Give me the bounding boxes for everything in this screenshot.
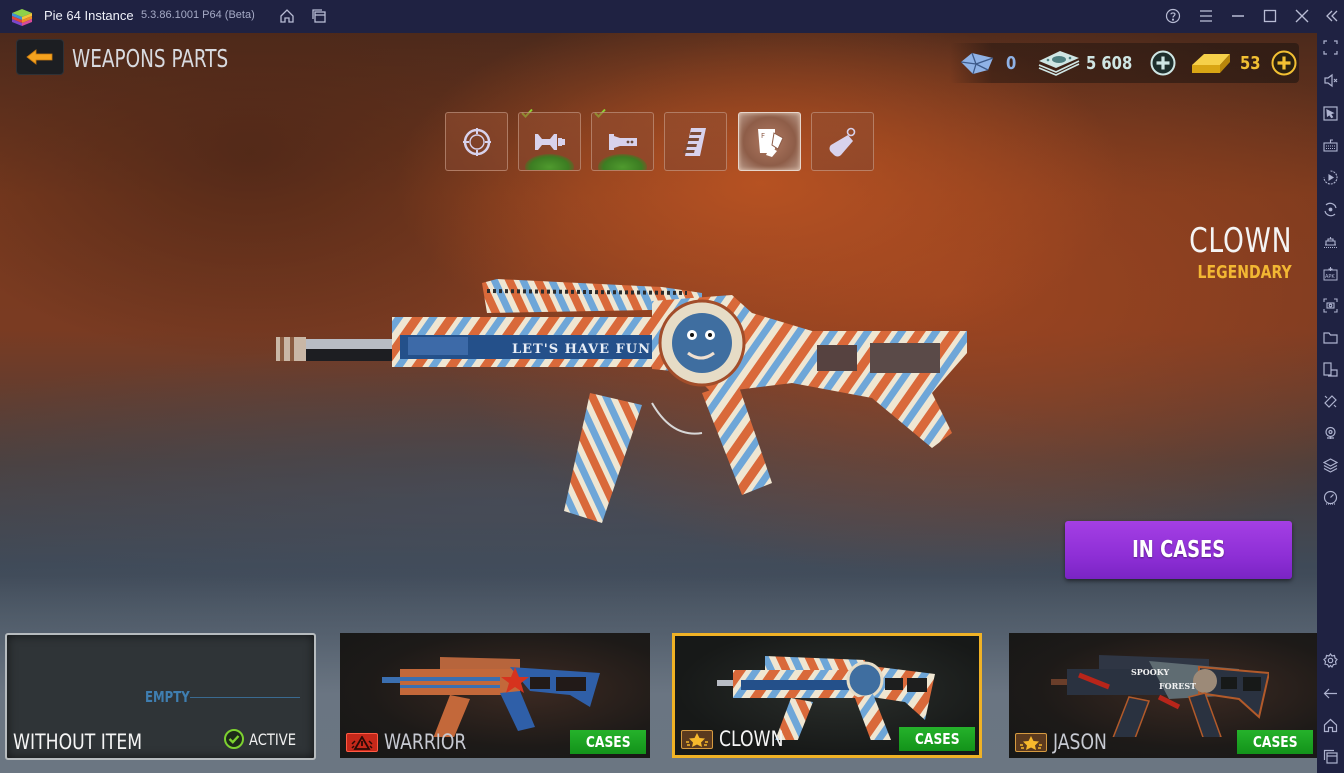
layers-icon[interactable] xyxy=(1321,456,1340,475)
game-viewport: WEAPONS PARTS 0 5 608 53 F CLOWN LEGENDA… xyxy=(0,33,1317,773)
screenshot-icon[interactable] xyxy=(1321,296,1340,315)
install-apk-icon[interactable]: APK xyxy=(1321,264,1340,283)
macro-play-icon[interactable] xyxy=(1321,168,1340,187)
multi-instance-icon[interactable] xyxy=(309,6,329,26)
back-arrow-icon xyxy=(26,49,53,65)
close-icon[interactable] xyxy=(1292,6,1312,26)
svg-text:APK: APK xyxy=(1325,274,1335,280)
active-status: ACTIVE xyxy=(223,728,306,750)
tab-flashlight[interactable] xyxy=(591,112,654,171)
emulator-titlebar: Pie 64 Instance 5.3.86.1001 P64 (Beta) xyxy=(0,0,1344,33)
fullscreen-icon[interactable] xyxy=(1321,38,1340,57)
tab-sticker[interactable] xyxy=(811,112,874,171)
gold-balance: 53 xyxy=(1190,43,1297,83)
active-label: ACTIVE xyxy=(248,729,296,749)
app-version: 5.3.86.1001 P64 (Beta) xyxy=(141,9,255,21)
location-icon[interactable] xyxy=(1321,424,1340,443)
skin-card-name: WARRIOR xyxy=(384,730,467,754)
page-title: WEAPONS PARTS xyxy=(72,44,229,73)
skin-card-name: WITHOUT ITEM xyxy=(13,730,143,754)
svg-text:F: F xyxy=(761,132,765,140)
back-icon[interactable] xyxy=(1321,684,1340,703)
maximize-icon[interactable] xyxy=(1260,6,1280,26)
skin-card-name: CLOWN xyxy=(719,727,784,751)
back-button[interactable] xyxy=(16,39,64,75)
warrior-weapon-thumbnail xyxy=(382,657,600,737)
skin-card-without-item[interactable]: EMPTY WITHOUT ITEM ACTIVE xyxy=(5,633,316,760)
cash-balance: 5 608 xyxy=(1036,43,1176,83)
skin-rarity: LEGENDARY xyxy=(1197,262,1292,283)
rotate-icon[interactable] xyxy=(1321,200,1340,219)
cases-label: CASES xyxy=(1252,733,1298,751)
eco-mode-icon[interactable] xyxy=(1321,392,1340,411)
tickets-balance: 0 xyxy=(958,43,1019,83)
home-icon[interactable] xyxy=(277,6,297,26)
cases-label: CASES xyxy=(914,730,960,748)
in-cases-button[interactable]: IN CASES xyxy=(1065,521,1292,579)
home-icon[interactable] xyxy=(1321,716,1340,735)
weapon-engraving: SPOOKY xyxy=(1131,667,1169,677)
paint-skin-icon: F xyxy=(757,128,784,157)
tab-muzzle[interactable] xyxy=(518,112,581,171)
skin-card-warrior[interactable]: WARRIOR CASES xyxy=(340,633,650,758)
cash-icon xyxy=(1038,51,1080,76)
pointer-icon[interactable] xyxy=(1321,104,1340,123)
rarity-badge-legendary xyxy=(1015,733,1047,752)
rarity-badge-legendary xyxy=(681,730,713,749)
skin-card-jason[interactable]: SPOOKY FOREST JASON CASES xyxy=(1009,633,1317,758)
settings-icon[interactable] xyxy=(1321,651,1340,670)
volume-mute-icon[interactable] xyxy=(1321,71,1340,90)
add-gold-button[interactable] xyxy=(1271,50,1297,76)
tickets-value: 0 xyxy=(1006,52,1017,74)
help-icon[interactable] xyxy=(1163,6,1183,26)
folder-icon[interactable] xyxy=(1321,328,1340,347)
recent-apps-icon[interactable] xyxy=(1321,747,1340,766)
add-cash-button[interactable] xyxy=(1150,50,1176,76)
in-cases-label: IN CASES xyxy=(1131,537,1226,563)
legendary-star-icon xyxy=(686,732,708,747)
cases-button[interactable]: CASES xyxy=(1237,730,1313,754)
skin-name: CLOWN xyxy=(1188,221,1292,261)
collapse-sidebar-icon[interactable] xyxy=(1322,6,1342,26)
cash-value: 5 608 xyxy=(1086,52,1133,74)
multi-window-icon[interactable] xyxy=(1321,360,1340,379)
skin-card-clown[interactable]: CLOWN CASES xyxy=(672,633,982,758)
weapon-engraving: FOREST xyxy=(1159,681,1196,691)
tab-skin[interactable]: F xyxy=(738,112,801,171)
cases-label: CASES xyxy=(585,733,631,751)
tag-icon xyxy=(829,127,855,156)
empty-slot-label: EMPTY xyxy=(145,688,190,706)
emulator-sidebar: APK xyxy=(1317,33,1344,773)
check-circle-icon xyxy=(223,729,244,749)
jason-weapon-thumbnail: SPOOKY FOREST xyxy=(1051,655,1269,737)
muzzle-icon xyxy=(534,133,565,150)
build-icon[interactable] xyxy=(1321,232,1340,251)
weapon-engraving: LET'S HAVE FUN xyxy=(512,342,651,357)
menu-icon[interactable] xyxy=(1196,6,1216,26)
app-logo-icon xyxy=(12,9,32,26)
minimize-icon[interactable] xyxy=(1228,6,1248,26)
rarity-badge-epic xyxy=(346,733,378,752)
empty-slot-line xyxy=(190,697,300,698)
scope-icon xyxy=(462,127,491,156)
flashlight-icon xyxy=(608,133,637,150)
epic-rarity-icon xyxy=(351,735,373,750)
app-title: Pie 64 Instance xyxy=(44,8,134,23)
weapon-preview: LET'S HAVE FUN xyxy=(276,279,967,523)
performance-icon[interactable] xyxy=(1321,488,1340,507)
legendary-star-icon xyxy=(1020,735,1042,750)
currency-bar: 0 5 608 53 xyxy=(950,43,1299,83)
gold-value: 53 xyxy=(1240,52,1261,74)
tab-scope[interactable] xyxy=(445,112,508,171)
cases-button[interactable]: CASES xyxy=(899,727,975,751)
magazine-icon xyxy=(682,127,706,156)
tab-magazine[interactable] xyxy=(664,112,727,171)
skin-card-name: JASON xyxy=(1053,730,1107,754)
ticket-icon xyxy=(960,52,994,75)
gold-bar-icon xyxy=(1192,54,1230,73)
keyboard-icon[interactable] xyxy=(1321,136,1340,155)
cases-button[interactable]: CASES xyxy=(570,730,646,754)
